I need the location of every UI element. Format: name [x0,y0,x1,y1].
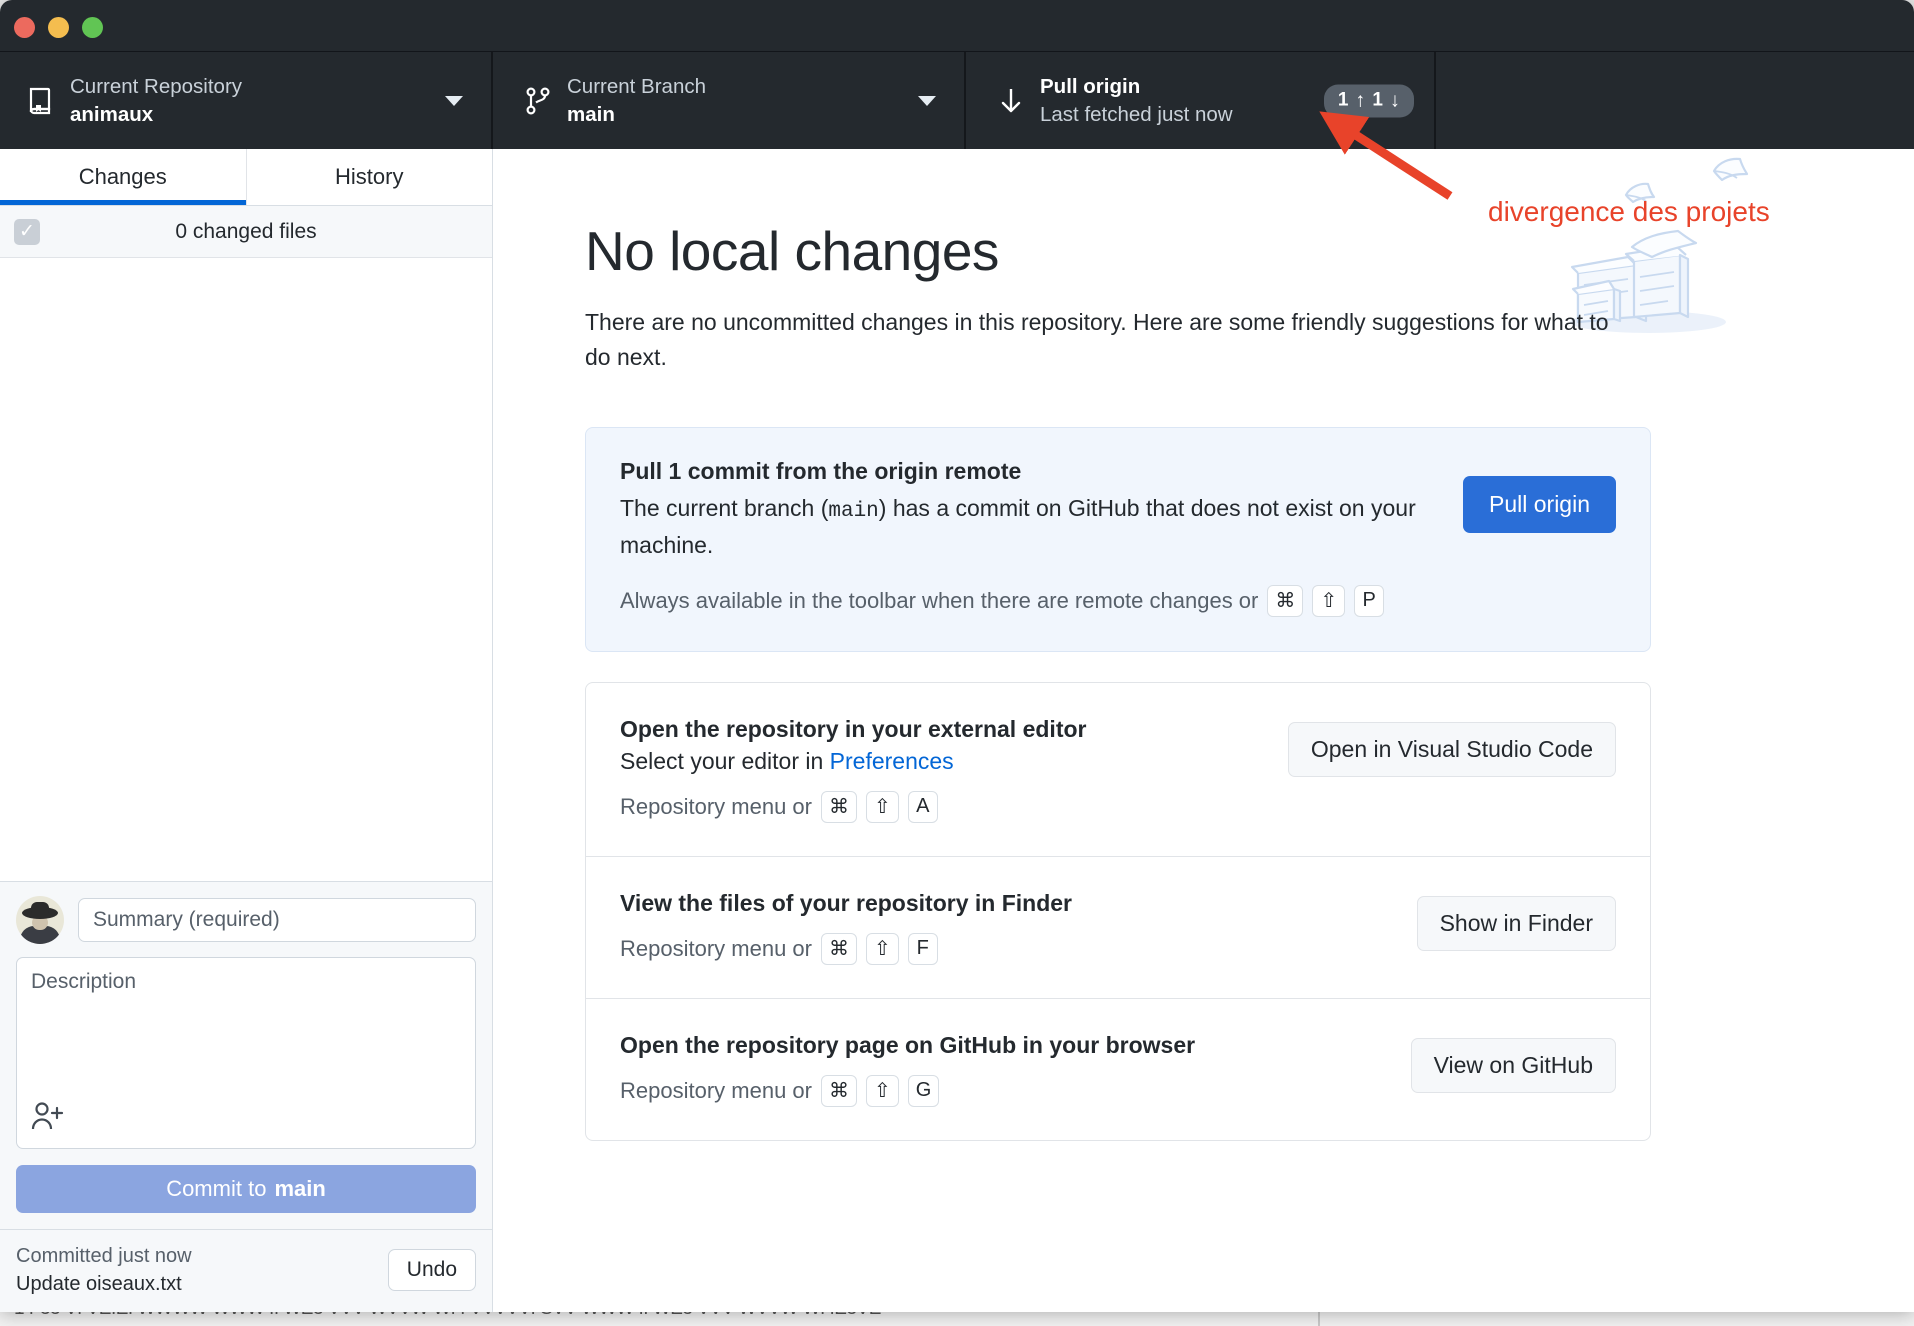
suggestion-desc-text: Select your editor in [620,748,830,774]
suggestion-footer: Repository menu or ⌘ ⇧ A [620,791,1288,823]
repo-icon [18,87,64,115]
app-toolbar: Current Repository animaux Current Branc… [0,52,1914,149]
suggestion-texts: View the files of your repository in Fin… [620,890,1417,965]
kbd-shift-icon: ⇧ [866,933,899,965]
tab-history[interactable]: History [246,149,493,205]
pull-commit-callout: Pull 1 commit from the origin remote The… [585,427,1651,652]
commit-button-prefix: Commit to [166,1176,266,1202]
open-in-editor-button[interactable]: Open in Visual Studio Code [1288,722,1616,777]
chevron-down-icon [445,96,463,106]
arrow-up-icon: ↑ [1355,89,1365,112]
tab-changes[interactable]: Changes [0,149,246,205]
arrow-down-icon [988,86,1034,116]
add-coauthor-icon[interactable] [31,1101,65,1136]
commit-form: Commit to main [0,881,492,1229]
page-title: No local changes [585,219,1651,283]
suggestion-footer-text: Repository menu or [620,1078,812,1104]
kbd-letter: P [1354,585,1384,617]
suggestion-footer: Repository menu or ⌘ ⇧ G [620,1075,1411,1107]
changed-files-count: 0 changed files [0,220,492,244]
current-repository-dropdown[interactable]: Current Repository animaux [0,52,493,149]
callout-branch-name: main [828,500,878,523]
zoom-window-button[interactable] [82,17,103,38]
kbd-command-icon: ⌘ [1267,585,1303,617]
app-body: Changes History ✓ 0 changed files [0,149,1914,1312]
main-inner: No local changes There are no uncommitte… [493,149,1703,1141]
branch-icon [515,86,561,116]
pull-origin-subtitle: Last fetched just now [1040,101,1233,129]
close-window-button[interactable] [14,17,35,38]
kbd-command-icon: ⌘ [821,933,857,965]
suggestion-description: Select your editor in Preferences [620,748,1288,775]
suggestion-texts: Open the repository page on GitHub in yo… [620,1032,1411,1107]
minimize-window-button[interactable] [48,17,69,38]
callout-footer-text: Always available in the toolbar when the… [620,588,1258,614]
avatar [16,896,64,944]
suggestion-footer-text: Repository menu or [620,936,812,962]
arrow-down-icon: ↓ [1390,89,1400,112]
pull-origin-button[interactable]: Pull origin [1463,476,1616,533]
commit-to-branch-button[interactable]: Commit to main [16,1165,476,1213]
commit-description-input[interactable] [31,970,461,1100]
commit-button-branch: main [274,1176,325,1202]
suggestion-title: Open the repository in your external edi… [620,716,1288,743]
changed-files-header: ✓ 0 changed files [0,206,492,258]
commit-summary-row [16,896,476,944]
current-branch-value: main [567,101,706,129]
kbd-shift-icon: ⇧ [1312,585,1345,617]
undo-commit-subject: Update oiseaux.txt [16,1270,388,1298]
chevron-down-icon [918,96,936,106]
page-subtitle: There are no uncommitted changes in this… [585,305,1625,375]
ahead-behind-badge[interactable]: 1 ↑ 1 ↓ [1324,84,1414,117]
kbd-shift-icon: ⇧ [866,791,899,823]
window-titlebar [0,0,1914,52]
pull-origin-title: Pull origin [1040,73,1233,101]
suggestion-open-in-editor: Open the repository in your external edi… [586,683,1650,857]
callout-footer: Always available in the toolbar when the… [620,585,1443,617]
current-branch-dropdown[interactable]: Current Branch main [493,52,966,149]
kbd-letter: F [908,933,938,965]
suggestion-texts: Open the repository in your external edi… [620,716,1288,823]
view-on-github-button[interactable]: View on GitHub [1411,1038,1616,1093]
commit-summary-input[interactable] [78,898,476,942]
preferences-link[interactable]: Preferences [830,748,954,774]
undo-commit-status: Committed just now [16,1242,388,1270]
suggestion-view-on-github: Open the repository page on GitHub in yo… [586,999,1650,1140]
suggestions-list: Open the repository in your external edi… [585,682,1651,1141]
kbd-shift-icon: ⇧ [866,1075,899,1107]
commit-description-box [16,957,476,1149]
suggestion-title: View the files of your repository in Fin… [620,890,1417,917]
ahead-count: 1 [1338,90,1349,112]
kbd-letter: G [908,1075,940,1107]
undo-commit-bar: Committed just now Update oiseaux.txt Un… [0,1229,492,1312]
select-all-files-checkbox[interactable]: ✓ [14,219,40,245]
suggestion-title: Open the repository page on GitHub in yo… [620,1032,1411,1059]
changes-sidebar: Changes History ✓ 0 changed files [0,149,493,1312]
undo-button[interactable]: Undo [388,1249,476,1291]
kbd-command-icon: ⌘ [821,791,857,823]
main-content: No local changes There are no uncommitte… [493,149,1914,1312]
suggestion-footer: Repository menu or ⌘ ⇧ F [620,933,1417,965]
suggestion-footer-text: Repository menu or [620,794,812,820]
show-in-finder-button[interactable]: Show in Finder [1417,896,1616,951]
github-desktop-window: Current Repository animaux Current Branc… [0,0,1914,1312]
current-repository-value: animaux [70,101,242,129]
suggestion-show-in-finder: View the files of your repository in Fin… [586,857,1650,999]
toolbar-empty-space [1436,52,1914,149]
pull-origin-toolbar-button[interactable]: Pull origin Last fetched just now 1 ↑ 1 … [966,52,1436,149]
changed-files-list [0,258,492,881]
current-branch-label: Current Branch [567,73,706,101]
undo-commit-texts: Committed just now Update oiseaux.txt [16,1242,388,1298]
kbd-letter: A [908,791,938,823]
callout-desc-before: The current branch ( [620,495,828,521]
callout-texts: Pull 1 commit from the origin remote The… [620,458,1443,617]
callout-description: The current branch (main) has a commit o… [620,491,1443,563]
sidebar-tabs: Changes History [0,149,492,206]
kbd-command-icon: ⌘ [821,1075,857,1107]
current-repository-label: Current Repository [70,73,242,101]
callout-title: Pull 1 commit from the origin remote [620,458,1443,485]
behind-count: 1 [1372,90,1383,112]
